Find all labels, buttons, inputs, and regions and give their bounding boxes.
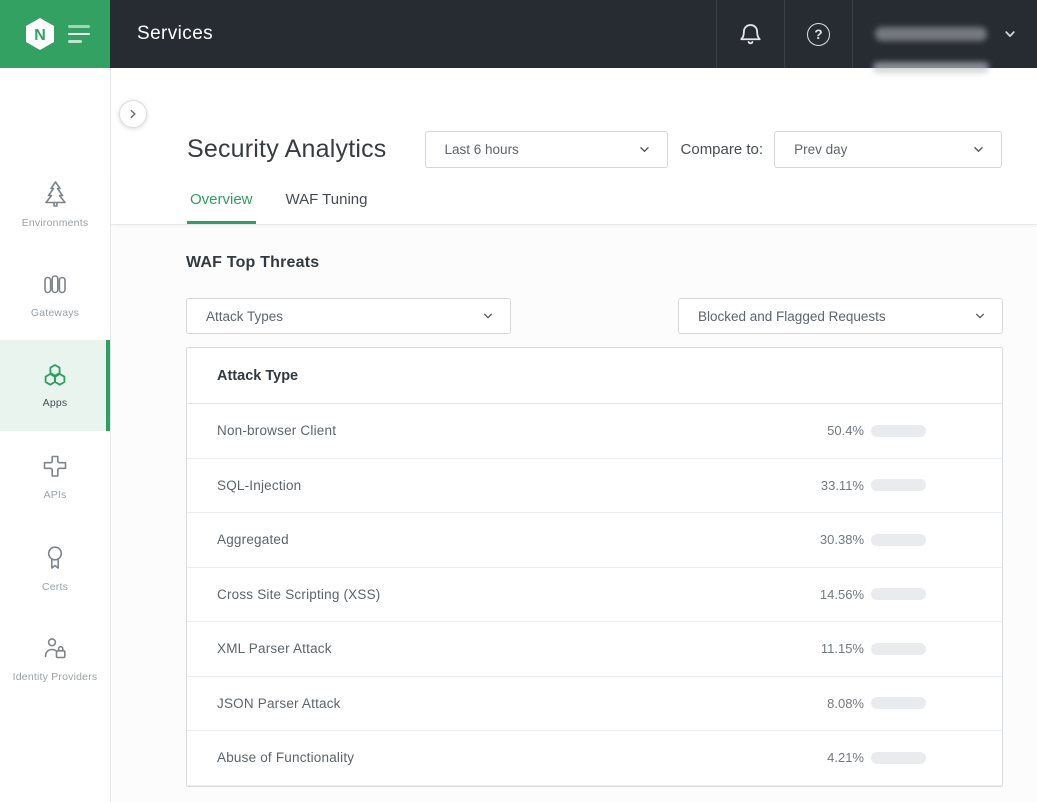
top-navigation-bar: N Services ? xyxy=(0,0,1037,68)
compare-value: Prev day xyxy=(794,142,970,157)
threat-percent: 8.08% xyxy=(812,696,864,711)
svg-text:N: N xyxy=(34,27,46,44)
threat-percent: 50.4% xyxy=(812,423,864,438)
table-row[interactable]: Cross Site Scripting (XSS) 14.56% xyxy=(187,568,1002,623)
user-subtext-redacted xyxy=(873,62,989,73)
page-title: Security Analytics xyxy=(187,135,387,164)
threat-bar xyxy=(871,425,926,437)
threat-label: Cross Site Scripting (XSS) xyxy=(217,587,812,602)
table-row[interactable]: XML Parser Attack 11.15% xyxy=(187,622,1002,677)
certificate-icon xyxy=(41,543,69,573)
chevron-right-icon xyxy=(125,106,141,122)
user-menu[interactable] xyxy=(852,0,1037,68)
table-header: Attack Type xyxy=(187,348,1002,404)
page-header: Security Analytics Last 6 hours Compare … xyxy=(187,131,1003,168)
tab-waf-tuning[interactable]: WAF Tuning xyxy=(283,191,371,224)
help-icon: ? xyxy=(807,23,830,46)
table-row[interactable]: JSON Parser Attack 8.08% xyxy=(187,677,1002,732)
table-row[interactable]: Non-browser Client 50.4% xyxy=(187,404,1002,459)
threat-label: SQL-Injection xyxy=(217,478,812,493)
nginx-lines-icon xyxy=(68,25,90,43)
main-content: Security Analytics Last 6 hours Compare … xyxy=(111,68,1037,802)
table-row[interactable]: SQL-Injection 33.11% xyxy=(187,459,1002,514)
sidebar-item-gateways[interactable]: Gateways xyxy=(0,249,110,340)
chevron-down-icon xyxy=(480,308,496,324)
sidebar-item-label: Certs xyxy=(42,581,68,593)
threat-bar xyxy=(871,697,926,709)
table-row[interactable]: Abuse of Functionality 4.21% xyxy=(187,731,1002,786)
threat-label: Aggregated xyxy=(217,532,812,547)
app-title: Services xyxy=(137,0,716,68)
sidebar-item-apps[interactable]: Apps xyxy=(0,340,110,431)
sidebar-item-certs[interactable]: Certs xyxy=(0,522,110,613)
sidebar-item-label: Apps xyxy=(43,397,68,409)
sidebar-item-apis[interactable]: APIs xyxy=(0,431,110,522)
request-type-value: Blocked and Flagged Requests xyxy=(698,309,972,324)
apps-icon xyxy=(40,363,70,389)
sidebar-expand-button[interactable] xyxy=(119,100,147,128)
chevron-down-icon xyxy=(970,141,987,158)
app-window: N Services ? xyxy=(0,0,1037,802)
attack-type-table: Attack Type Non-browser Client 50.4% SQL… xyxy=(186,347,1003,787)
sidebar-item-label: APIs xyxy=(44,489,67,501)
sidebar-item-label: Environments xyxy=(22,217,89,229)
threat-label: Abuse of Functionality xyxy=(217,750,812,765)
threat-bar xyxy=(871,643,926,655)
threat-label: JSON Parser Attack xyxy=(217,696,812,711)
user-name-redacted xyxy=(875,27,987,41)
time-range-value: Last 6 hours xyxy=(445,142,636,157)
chevron-down-icon xyxy=(972,308,988,324)
threat-bar xyxy=(871,479,926,491)
compare-dropdown[interactable]: Prev day xyxy=(774,131,1002,168)
nginx-logo[interactable]: N xyxy=(0,0,110,68)
threat-label: Non-browser Client xyxy=(217,423,812,438)
threat-bar xyxy=(871,752,926,764)
attack-types-value: Attack Types xyxy=(206,309,480,324)
tab-overview[interactable]: Overview xyxy=(187,191,256,224)
notifications-button[interactable] xyxy=(716,0,784,68)
apis-icon xyxy=(41,453,69,481)
waf-top-threats-section: WAF Top Threats Attack Types Blocked and… xyxy=(111,225,1037,802)
threat-percent: 4.21% xyxy=(812,750,864,765)
threat-percent: 30.38% xyxy=(812,532,864,547)
threat-bar xyxy=(871,588,926,600)
chevron-down-icon xyxy=(1001,25,1019,43)
request-type-dropdown[interactable]: Blocked and Flagged Requests xyxy=(678,298,1003,334)
chevron-down-icon xyxy=(636,141,653,158)
nginx-hexagon-icon: N xyxy=(20,14,60,54)
threat-percent: 33.11% xyxy=(812,478,864,493)
time-range-dropdown[interactable]: Last 6 hours xyxy=(425,131,668,168)
identity-lock-icon xyxy=(40,634,70,663)
tree-icon xyxy=(41,179,70,209)
sidebar-item-label: Identity Providers xyxy=(13,671,98,683)
help-button[interactable]: ? xyxy=(784,0,852,68)
sidebar-item-environments[interactable]: Environments xyxy=(0,158,110,249)
sidebar-item-identity-providers[interactable]: Identity Providers xyxy=(0,613,110,704)
threat-bar xyxy=(871,534,926,546)
table-row[interactable]: Aggregated 30.38% xyxy=(187,513,1002,568)
filters-row: Attack Types Blocked and Flagged Request… xyxy=(186,298,1003,334)
section-title: WAF Top Threats xyxy=(186,254,1003,272)
compare-to-label: Compare to: xyxy=(681,141,764,158)
threat-label: XML Parser Attack xyxy=(217,641,812,656)
bell-icon xyxy=(737,21,764,48)
attack-types-dropdown[interactable]: Attack Types xyxy=(186,298,511,334)
left-sidebar: Environments Gateways Apps xyxy=(0,68,111,802)
threat-percent: 11.15% xyxy=(812,641,864,656)
threat-percent: 14.56% xyxy=(812,587,864,602)
tab-bar: Overview WAF Tuning xyxy=(111,168,1037,225)
sidebar-item-label: Gateways xyxy=(31,307,79,319)
gateways-icon xyxy=(40,271,70,299)
